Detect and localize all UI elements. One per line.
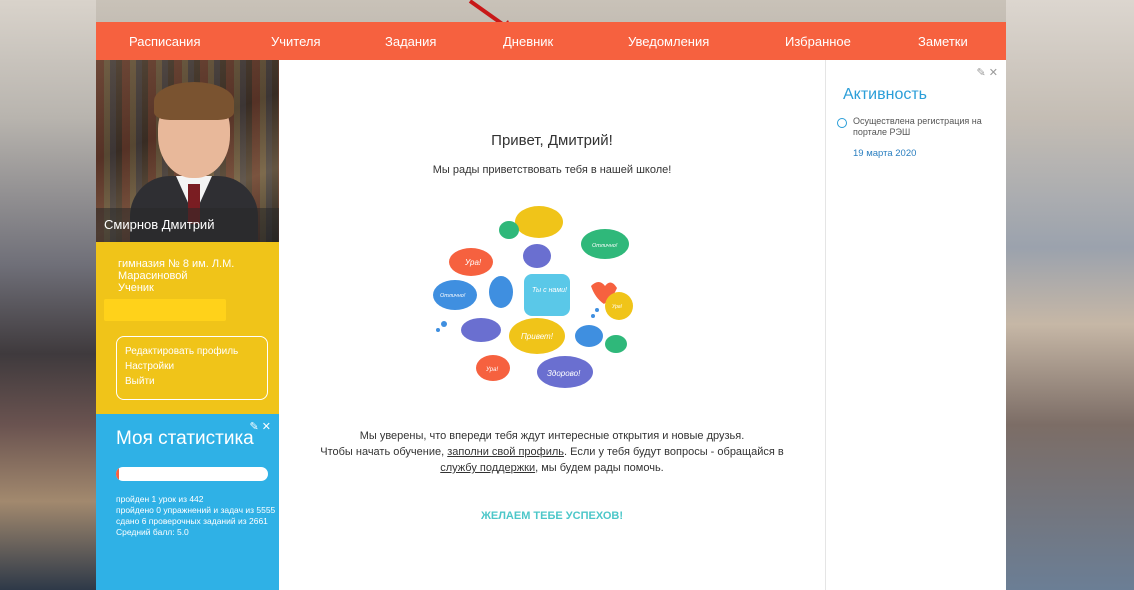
stats-line-exercises: пройдено 0 упражнений и задач из 5555 — [116, 505, 276, 515]
settings-link[interactable]: Настройки — [125, 359, 267, 374]
profile-menu: Редактировать профиль Настройки Выйти — [116, 336, 268, 400]
bubble-text-7: Ура! — [485, 367, 498, 373]
speech-bubbles-illustration: Ура! Отлично! Отлично! Ты с нами! Ура! П… — [433, 206, 633, 388]
nav-schedules[interactable]: Расписания — [129, 34, 200, 49]
redacted-field — [104, 299, 226, 321]
body-line-3: службу поддержки, мы будем рады помочь. — [279, 460, 825, 476]
activity-text: Осуществлена регистрация на портале РЭШ — [853, 116, 982, 137]
activity-title: Активность — [843, 86, 928, 103]
activity-date: 19 марта 2020 — [853, 148, 917, 159]
greeting: Привет, Дмитрий! — [491, 132, 613, 149]
bubble-text-4: Ты с нами! — [532, 287, 567, 294]
user-role: Ученик — [118, 282, 154, 294]
fill-profile-link[interactable]: заполни свой профиль — [447, 446, 564, 458]
body-line-3-post: , мы будем рады помочь. — [535, 462, 664, 474]
body-line-2-post: . Если у тебя будут вопросы - обращайся … — [564, 446, 784, 458]
background-right — [1006, 0, 1134, 590]
sidebar: Смирнов Дмитрий гимназия № 8 им. Л.М. Ма… — [96, 60, 279, 590]
school-line-2: Марасиновой — [118, 270, 188, 282]
stats-progress-bar — [116, 467, 268, 481]
stats-line-tests: сдано 6 проверочных заданий из 2661 — [116, 516, 268, 526]
welcome-body: Мы уверены, что впереди тебя ждут интере… — [279, 428, 825, 476]
profile-name: Смирнов Дмитрий — [96, 208, 279, 242]
nav-tasks[interactable]: Задания — [385, 34, 436, 49]
my-stats-panel: ✎ ✕ Моя статистика пройден 1 урок из 442… — [96, 414, 279, 590]
activity-edit-close-icons[interactable]: ✎ ✕ — [977, 66, 999, 79]
nav-notifications[interactable]: Уведомления — [628, 34, 709, 49]
bubble-text-5: Ура! — [612, 304, 623, 310]
photo-hair — [154, 82, 234, 120]
body-line-2-pre: Чтобы начать обучение, — [320, 446, 448, 458]
stats-progress-fill — [116, 467, 120, 481]
stats-lines: пройден 1 урок из 442 пройдено 0 упражне… — [116, 494, 276, 538]
activity-circle-icon — [837, 118, 847, 128]
stats-line-average: Средний балл: 5.0 — [116, 527, 189, 537]
school-line-1: гимназия № 8 им. Л.М. — [118, 258, 235, 270]
top-nav: Расписания Учителя Задания Дневник Уведо… — [96, 22, 1006, 60]
nav-favorites[interactable]: Избранное — [785, 34, 851, 49]
stats-title: Моя статистика — [116, 428, 254, 449]
bubble-text-2: Отлично! — [592, 243, 618, 249]
welcome-subtitle: Мы рады приветствовать тебя в нашей школ… — [432, 164, 672, 176]
bubble-text-3: Отлично! — [440, 293, 466, 299]
support-link[interactable]: службу поддержки — [440, 462, 535, 474]
stats-line-lessons: пройден 1 урок из 442 — [116, 494, 204, 504]
main-content: Привет, Дмитрий! Мы рады приветствовать … — [279, 60, 825, 590]
profile-photo[interactable]: Смирнов Дмитрий — [96, 60, 279, 242]
wish-text: ЖЕЛАЕМ ТЕБЕ УСПЕХОВ! — [480, 510, 624, 522]
bubble-text-1: Ура! — [464, 258, 482, 267]
bubble-text-6: Привет! — [521, 332, 554, 341]
page: Расписания Учителя Задания Дневник Уведо… — [96, 22, 1006, 590]
edit-profile-link[interactable]: Редактировать профиль — [125, 344, 267, 359]
background-left — [0, 0, 96, 590]
school-info: гимназия № 8 им. Л.М. Марасиновой Ученик — [118, 258, 268, 294]
body-line-1: Мы уверены, что впереди тебя ждут интере… — [359, 430, 745, 442]
nav-notes[interactable]: Заметки — [918, 34, 968, 49]
logout-link[interactable]: Выйти — [125, 374, 267, 389]
bubble-text-8: Здорово! — [547, 369, 581, 378]
profile-info-panel: гимназия № 8 им. Л.М. Марасиновой Ученик… — [96, 242, 279, 414]
nav-diary[interactable]: Дневник — [503, 34, 553, 49]
nav-teachers[interactable]: Учителя — [271, 34, 321, 49]
activity-panel: ✎ ✕ Активность Осуществлена регистрация … — [825, 60, 1006, 590]
body-line-2: Чтобы начать обучение, заполни свой проф… — [279, 444, 825, 460]
